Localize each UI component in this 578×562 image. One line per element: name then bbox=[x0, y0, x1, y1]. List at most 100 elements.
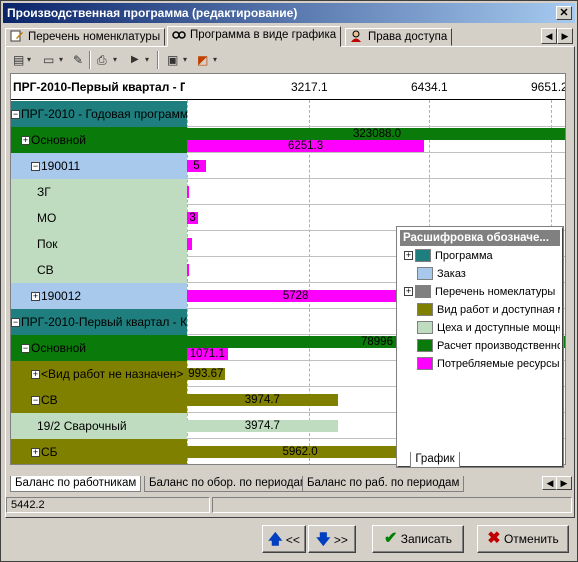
tree-row-label: Пок bbox=[37, 237, 58, 251]
tab-access-rights[interactable]: Права доступа bbox=[345, 28, 453, 46]
title-bar: Производственная программа (редактирован… bbox=[3, 3, 575, 23]
tree-row-label: <Вид работ не назначен> bbox=[41, 367, 184, 381]
arrow-down-icon: 🡇 bbox=[316, 531, 331, 547]
document-edit-icon bbox=[10, 30, 24, 42]
gantt-bar[interactable] bbox=[187, 186, 189, 198]
glasses-icon bbox=[172, 28, 186, 40]
gantt-bar[interactable]: 1071.1 bbox=[187, 348, 228, 360]
tree-row-label: СБ bbox=[41, 445, 58, 459]
tree-row[interactable]: МО bbox=[11, 205, 187, 231]
user-key-icon bbox=[350, 30, 364, 42]
row-separator bbox=[187, 204, 565, 205]
chart-header: ПРГ-2010-Первый квартал - Первый квартал… bbox=[11, 74, 566, 100]
collapse-icon[interactable]: − bbox=[11, 318, 20, 327]
expand-icon[interactable]: + bbox=[31, 292, 40, 301]
tree-row-label: 190012 bbox=[41, 289, 82, 303]
page-dropdown-icon[interactable]: ▾ bbox=[59, 51, 63, 69]
play-dropdown-icon[interactable]: ▾ bbox=[145, 51, 149, 69]
print-dropdown-icon[interactable]: ▾ bbox=[113, 51, 117, 69]
collapse-icon[interactable]: − bbox=[31, 396, 40, 405]
legend-item: Расчет производственной bbox=[404, 338, 560, 356]
collapse-icon[interactable]: − bbox=[11, 110, 20, 119]
tab-scroll-right-icon[interactable]: ▶ bbox=[557, 28, 573, 44]
save-button[interactable]: ✔ Записать bbox=[372, 525, 464, 553]
tree-row[interactable]: +190012 bbox=[11, 283, 187, 309]
chart-header-title: ПРГ-2010-Первый квартал - Первый квартал bbox=[13, 80, 185, 94]
bottom-tab-right-icon[interactable]: ▶ bbox=[556, 476, 572, 490]
gantt-bar[interactable]: 3 bbox=[187, 212, 199, 224]
window-icon[interactable]: ▣ bbox=[167, 51, 178, 69]
prev-button[interactable]: 🡅 << bbox=[262, 525, 306, 553]
gantt-bar[interactable]: 323088.0 bbox=[187, 128, 565, 140]
tree-row-label: ПРГ-2010 - Годовая программа bbox=[21, 107, 187, 121]
collapse-icon[interactable]: − bbox=[31, 162, 40, 171]
play-icon[interactable]: ▶ bbox=[131, 51, 139, 69]
legend-panel[interactable]: Расшифровка обозначе... + Программа Заказ +… bbox=[397, 227, 563, 468]
chart-type-icon[interactable]: ◩ bbox=[197, 51, 208, 69]
tree-row[interactable]: + Основной bbox=[11, 127, 187, 153]
tree-row[interactable]: −190011 bbox=[11, 153, 187, 179]
cross-icon: ✖ bbox=[487, 530, 501, 547]
tab-scroll-left-icon[interactable]: ◀ bbox=[541, 28, 557, 44]
tree-row-label: 190011 bbox=[41, 159, 81, 173]
next-button[interactable]: 🡇 >> bbox=[308, 525, 356, 553]
axis-tick-label: 9651.2 bbox=[531, 80, 566, 94]
tab-balance-work-periods[interactable]: Баланс по раб. по периодам bbox=[302, 476, 465, 492]
tab-nomenclature[interactable]: Перечень номенклатуры bbox=[5, 28, 166, 46]
tree-row[interactable]: − СВ bbox=[11, 387, 187, 413]
tree-row-label: Основной bbox=[31, 133, 87, 147]
main-window: Производственная программа (редактирован… bbox=[0, 0, 578, 562]
expand-icon[interactable]: + bbox=[404, 287, 413, 296]
tree-row-label: СВ bbox=[37, 263, 54, 277]
tab-balance-equipment[interactable]: Баланс по обор. по периодам bbox=[144, 476, 313, 492]
tab-program-chart[interactable]: Программа в виде графика bbox=[167, 26, 342, 47]
tree-row[interactable]: − ПРГ-2010 - Годовая программа bbox=[11, 101, 187, 127]
gantt-bar[interactable]: 5728 bbox=[187, 290, 405, 302]
legend-swatch bbox=[415, 249, 431, 262]
expand-icon[interactable]: + bbox=[31, 370, 40, 379]
gantt-bar[interactable]: 3974.7 bbox=[187, 420, 338, 432]
gantt-bar[interactable]: 5 bbox=[187, 160, 206, 172]
legend-swatch bbox=[417, 267, 433, 280]
tree-row-label: ПРГ-2010-Первый квартал - Квартальная пр… bbox=[21, 315, 187, 329]
window-dropdown-icon[interactable]: ▾ bbox=[183, 51, 187, 69]
gantt-bar[interactable] bbox=[187, 238, 192, 250]
legend-swatch bbox=[415, 285, 431, 298]
gantt-bar[interactable]: 5962.0 bbox=[187, 446, 414, 458]
tree-row[interactable]: СВ bbox=[11, 257, 187, 283]
tab-balance-workers[interactable]: Баланс по работникам bbox=[10, 476, 142, 492]
axis-tick-label: 3217.1 bbox=[291, 80, 328, 94]
clear-icon[interactable]: ✎ bbox=[73, 51, 83, 69]
tree-row[interactable]: ЗГ bbox=[11, 179, 187, 205]
grid-dropdown-icon[interactable]: ▾ bbox=[27, 51, 31, 69]
tree-row[interactable]: + СБ bbox=[11, 439, 187, 464]
gantt-bar[interactable] bbox=[187, 264, 189, 276]
tree-row[interactable]: Пок bbox=[11, 231, 187, 257]
grid-icon[interactable]: ▤ bbox=[13, 51, 24, 69]
page-icon[interactable]: ▭ bbox=[43, 51, 54, 69]
expand-icon[interactable]: + bbox=[21, 136, 30, 145]
cancel-button[interactable]: ✖ Отменить bbox=[477, 525, 569, 553]
collapse-icon[interactable]: − bbox=[21, 344, 30, 353]
expand-icon[interactable]: + bbox=[31, 448, 40, 457]
tree-row[interactable]: −ПРГ-2010-Первый квартал - Квартальная п… bbox=[11, 309, 187, 335]
close-icon[interactable]: ✕ bbox=[556, 6, 572, 20]
legend-item: Цеха и доступные мощности bbox=[404, 320, 560, 338]
tree-row[interactable]: − Основной bbox=[11, 335, 187, 361]
legend-label: Цеха и доступные мощности bbox=[437, 322, 560, 334]
toolbar-separator bbox=[89, 51, 91, 69]
row-separator bbox=[187, 152, 565, 153]
print-icon[interactable]: ⎙ bbox=[97, 51, 107, 69]
arrow-up-icon: 🡅 bbox=[268, 531, 283, 547]
toolbar-separator bbox=[157, 51, 159, 69]
gantt-bar[interactable]: 6251.3 bbox=[187, 140, 425, 152]
tree-row[interactable]: 19/2 Сварочный bbox=[11, 413, 187, 439]
chart-type-dropdown-icon[interactable]: ▾ bbox=[213, 51, 217, 69]
legend-label: Потребляемые ресурсы bbox=[437, 358, 560, 370]
legend-tab-chart[interactable]: График bbox=[410, 452, 460, 468]
expand-icon[interactable]: + bbox=[404, 251, 413, 260]
tree-row[interactable]: + <Вид работ не назначен> bbox=[11, 361, 187, 387]
gantt-bar[interactable]: 3974.7 bbox=[187, 394, 338, 406]
check-icon: ✔ bbox=[383, 530, 398, 547]
gantt-bar[interactable]: 993.67 bbox=[187, 368, 225, 380]
